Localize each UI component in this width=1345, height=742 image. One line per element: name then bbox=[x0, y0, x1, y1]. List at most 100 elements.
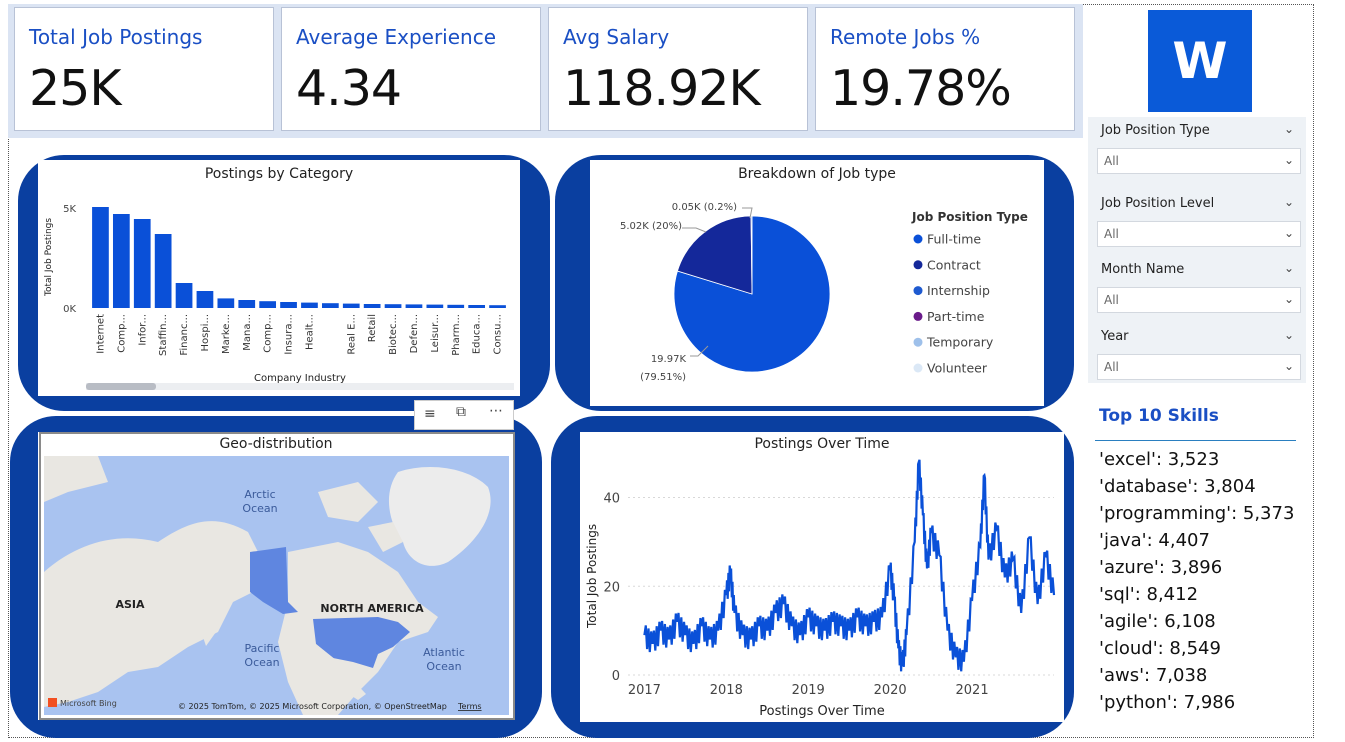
bar[interactable] bbox=[321, 303, 339, 308]
bar[interactable] bbox=[301, 302, 318, 308]
slicer-label: Month Name bbox=[1101, 262, 1185, 277]
legend-marker bbox=[913, 286, 923, 296]
chevron-down-icon[interactable]: ⌄ bbox=[1284, 195, 1294, 209]
skill-item: 'python': 7,986 bbox=[1099, 692, 1236, 713]
visual-header-toolbar: ≡ ⧉ ⋯ bbox=[414, 400, 514, 430]
kpi-avg-salary: Avg Salary 118.92K bbox=[548, 7, 808, 131]
bar[interactable] bbox=[468, 305, 486, 308]
data-label-contract: 5.02K (20%) bbox=[620, 221, 682, 232]
legend-item[interactable]: Internship bbox=[927, 283, 990, 298]
map-provider: Microsoft Bing bbox=[60, 699, 117, 708]
bar[interactable] bbox=[238, 300, 256, 308]
chevron-down-icon[interactable]: ⌄ bbox=[1284, 328, 1294, 342]
y-tick-label: 5K bbox=[63, 204, 76, 215]
bar[interactable] bbox=[217, 298, 235, 308]
kpi-remote-jobs: Remote Jobs % 19.78% bbox=[815, 7, 1075, 131]
postings-over-time-chart[interactable]: Postings Over Time Total Job Postings 02… bbox=[580, 432, 1064, 722]
chevron-down-icon[interactable]: ⌄ bbox=[1284, 359, 1294, 373]
category-label: Defen... bbox=[409, 314, 420, 353]
bar[interactable] bbox=[384, 304, 402, 308]
bar[interactable] bbox=[342, 303, 360, 308]
legend-item[interactable]: Contract bbox=[927, 257, 981, 272]
legend-item[interactable]: Full-time bbox=[927, 232, 981, 247]
slicer-dropdown[interactable]: All ⌄ bbox=[1097, 221, 1301, 247]
category-label: Mana... bbox=[242, 314, 253, 351]
skill-item: 'excel': 3,523 bbox=[1099, 449, 1220, 470]
bar[interactable] bbox=[154, 234, 172, 308]
data-label-full-time-pct: (79.51%) bbox=[640, 372, 686, 383]
slicer-dropdown[interactable]: All ⌄ bbox=[1097, 354, 1301, 380]
slicer-label: Job Position Level bbox=[1101, 196, 1215, 211]
series-line[interactable] bbox=[643, 459, 1056, 672]
category-label: Consu... bbox=[493, 314, 504, 355]
category-label: Pharm... bbox=[451, 314, 462, 356]
category-label: Leisur... bbox=[430, 314, 441, 353]
breakdown-job-type-chart[interactable]: Breakdown of Job type 0.05K (0.2%) 5.02K… bbox=[590, 160, 1044, 406]
category-label: Marke... bbox=[221, 314, 232, 354]
bar[interactable] bbox=[363, 304, 381, 308]
label-asia: ASIA bbox=[115, 598, 145, 611]
bar[interactable] bbox=[196, 291, 214, 308]
logo-letter: W bbox=[1172, 32, 1227, 90]
map-attribution: © 2025 TomTom, © 2025 Microsoft Corporat… bbox=[178, 702, 447, 711]
slicer-panel: Job Position Type ⌄ All ⌄ Job Position L… bbox=[1088, 117, 1306, 383]
logo-w-icon: W bbox=[1172, 32, 1227, 90]
y-tick-label: 0K bbox=[63, 304, 76, 315]
chevron-down-icon[interactable]: ⌄ bbox=[1284, 226, 1294, 240]
label-pacific: Pacific bbox=[245, 642, 280, 655]
legend-marker bbox=[913, 363, 923, 373]
skill-item: 'aws': 7,038 bbox=[1099, 665, 1208, 686]
line-chart-card: Postings Over Time Total Job Postings 02… bbox=[580, 432, 1064, 722]
geo-distribution-map[interactable]: Geo-distribution Arctic Ocean ASIA NORTH… bbox=[38, 432, 514, 720]
slicer-dropdown[interactable]: All ⌄ bbox=[1097, 287, 1301, 313]
bar[interactable] bbox=[92, 207, 109, 308]
chevron-down-icon[interactable]: ⌄ bbox=[1284, 292, 1294, 306]
legend-item[interactable]: Volunteer bbox=[927, 361, 988, 376]
map-terms-link[interactable]: Terms bbox=[457, 702, 482, 711]
bar[interactable] bbox=[405, 304, 423, 308]
bar[interactable] bbox=[133, 219, 151, 308]
y-axis-label: Total Job Postings bbox=[585, 524, 599, 629]
kpi-value: 25K bbox=[29, 60, 121, 117]
label-atlantic: Atlantic bbox=[423, 646, 465, 659]
more-options-icon[interactable]: ⋯ bbox=[489, 403, 503, 419]
skill-item: 'cloud': 8,549 bbox=[1099, 638, 1221, 659]
category-label: Hospi... bbox=[200, 314, 211, 352]
x-axis-label: Postings Over Time bbox=[759, 704, 884, 719]
category-label: Educa... bbox=[472, 314, 483, 354]
chart-title: Postings Over Time bbox=[754, 436, 889, 452]
slicer-dropdown[interactable]: All ⌄ bbox=[1097, 148, 1301, 174]
scrollbar-thumb[interactable] bbox=[86, 383, 156, 390]
skill-item: 'database': 3,804 bbox=[1099, 476, 1256, 497]
category-label: Retail bbox=[367, 314, 378, 342]
slicer-value: All bbox=[1104, 227, 1119, 241]
bar[interactable] bbox=[175, 283, 193, 308]
category-label: Internet bbox=[95, 314, 106, 354]
chevron-down-icon[interactable]: ⌄ bbox=[1284, 153, 1294, 167]
bar[interactable] bbox=[280, 302, 297, 308]
kpi-total-job-postings: Total Job Postings 25K bbox=[14, 7, 274, 131]
skill-item: 'agile': 6,108 bbox=[1099, 611, 1216, 632]
legend-marker bbox=[913, 311, 923, 321]
label-north-america: NORTH AMERICA bbox=[320, 602, 424, 615]
legend-item[interactable]: Temporary bbox=[926, 335, 994, 350]
bar[interactable] bbox=[426, 304, 444, 308]
legend-item[interactable]: Part-time bbox=[927, 309, 985, 324]
filter-icon[interactable]: ≡ bbox=[424, 406, 436, 422]
x-tick-label: 2020 bbox=[874, 683, 907, 698]
dashboard-page: { "kpis": [ {"title": "Total Job Posting… bbox=[0, 0, 1345, 742]
postings-by-category-chart[interactable]: Postings by Category Total Job Postings … bbox=[38, 160, 520, 396]
chevron-down-icon[interactable]: ⌄ bbox=[1284, 261, 1294, 275]
y-tick-label: 20 bbox=[603, 580, 620, 595]
bar[interactable] bbox=[489, 305, 506, 308]
bar[interactable] bbox=[112, 214, 130, 308]
slicer-value: All bbox=[1104, 360, 1119, 374]
bar[interactable] bbox=[447, 304, 465, 308]
label-pacific-ocean: Ocean bbox=[244, 656, 279, 669]
legend-title: Job Position Type bbox=[911, 210, 1028, 224]
focus-mode-icon[interactable]: ⧉ bbox=[456, 404, 466, 420]
category-label: Real E... bbox=[346, 314, 357, 355]
y-axis-label: Total Job Postings bbox=[44, 218, 54, 297]
bar[interactable] bbox=[259, 301, 277, 308]
chevron-down-icon[interactable]: ⌄ bbox=[1284, 122, 1294, 136]
